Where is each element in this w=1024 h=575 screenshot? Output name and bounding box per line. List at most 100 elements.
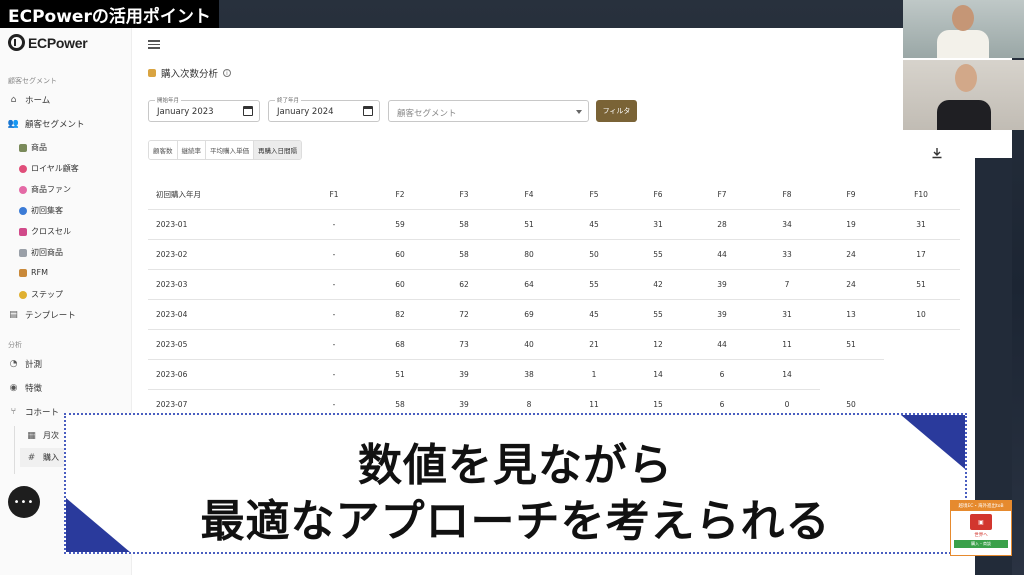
table-row[interactable]: 2023-05 - 68 73 40 21 12 44 11 51: [148, 330, 884, 360]
table-cell: 55: [653, 310, 663, 319]
table-row[interactable]: 2023-06 - 51 39 38 1 14 6 14: [148, 360, 820, 390]
table-row[interactable]: 2023-04 - 82 72 69 45 55 39 31 13 10: [148, 300, 960, 330]
table-cell: 2023-03: [156, 280, 188, 289]
sidebar-subitem-step[interactable]: ステップ: [19, 289, 63, 300]
table-header-cell: 初回購入年月: [156, 190, 201, 199]
badge-header: 越境EC・海外進出toB: [951, 501, 1011, 511]
globe-icon: [19, 206, 27, 215]
table-cell: 59: [395, 220, 405, 229]
tab-retention[interactable]: 継続率: [177, 141, 206, 159]
table-cell: 58: [395, 400, 405, 409]
sidebar-subitem-label: RFM: [31, 268, 49, 277]
sidebar-subitem-crosssell[interactable]: クロスセル: [19, 226, 71, 237]
table-cell: 72: [459, 310, 469, 319]
table-header-cell: F9: [846, 190, 856, 199]
caption-box: 数値を見ながら 最適なアプローチを考えられる: [64, 413, 967, 554]
table-cell: -: [332, 370, 336, 379]
sidebar-child-label: 月次: [43, 431, 59, 440]
product-icon: [19, 143, 27, 152]
table-cell: 45: [589, 310, 599, 319]
chart-icon: [148, 69, 156, 77]
end-month-field[interactable]: 終了年月 January 2024: [268, 96, 380, 122]
sidebar-subitem-rfm[interactable]: RFM: [19, 268, 48, 277]
gauge-icon: ◔: [9, 359, 18, 369]
logo-icon: [8, 34, 25, 51]
chat-icon[interactable]: •••: [8, 486, 40, 518]
table-cell: 31: [653, 220, 663, 229]
sidebar-item-label: コホート: [25, 408, 60, 418]
webcam-panel-1: [903, 0, 1024, 58]
table-cell: 51: [916, 280, 926, 289]
sidebar-item-segment[interactable]: 👥 顧客セグメント: [8, 118, 85, 130]
table-cell: 69: [524, 310, 534, 319]
sidebar-subitem-acquisition[interactable]: 初回集客: [19, 205, 63, 216]
table-cell: 38: [524, 370, 534, 379]
sidebar-item-measure[interactable]: ◔ 計測: [8, 358, 42, 370]
table-cell: 60: [395, 250, 405, 259]
table-cell: 11: [589, 400, 599, 409]
sidebar-item-home[interactable]: ⌂ ホーム: [8, 94, 51, 106]
sidebar-subitem-product[interactable]: 商品: [19, 142, 47, 153]
table-cell: 14: [782, 370, 792, 379]
tab-customers[interactable]: 顧客数: [149, 141, 178, 159]
start-month-field[interactable]: 開始年月 January 2023: [148, 96, 260, 122]
table-cell: 51: [524, 220, 534, 229]
sidebar-child-label: 購入: [43, 453, 59, 462]
table-row[interactable]: 2023-02 - 60 58 80 50 55 44 33 24 17: [148, 240, 960, 270]
table-cell: 58: [459, 250, 469, 259]
tab-repurchase-interval[interactable]: 再購入日間隔: [254, 141, 301, 159]
table-cell: 24: [846, 280, 856, 289]
table-row[interactable]: 2023-03 - 60 62 64 55 42 39 7 24 51: [148, 270, 960, 300]
calendar-icon[interactable]: [363, 106, 373, 116]
sidebar-subitem-first-product[interactable]: 初回商品: [19, 247, 63, 258]
start-month-label: 開始年月: [155, 96, 182, 104]
table-cell: -: [332, 340, 336, 349]
sidebar-item-template[interactable]: ▤ テンプレート: [8, 309, 76, 321]
table-cell: 39: [717, 280, 727, 289]
download-icon[interactable]: [931, 147, 943, 159]
table-cell: 42: [653, 280, 663, 289]
sidebar-section-analysis: 分析: [8, 341, 22, 349]
segment-select[interactable]: 顧客セグメント: [388, 100, 589, 122]
table-cell: 60: [395, 280, 405, 289]
metric-tabs: 顧客数 継続率 平均購入単価 再購入日間隔: [148, 140, 302, 160]
sidebar-item-feature[interactable]: ◉ 特徴: [8, 382, 42, 394]
person-body: [937, 30, 989, 58]
table-header-cell: F5: [589, 190, 599, 199]
caption-line-2: 最適なアプローチを考えられる: [200, 496, 831, 547]
channel-badge: 越境EC・海外進出toB ▣ 世界へ 購入・商談: [950, 500, 1012, 556]
menu-icon[interactable]: [148, 38, 160, 51]
table-cell: 21: [589, 340, 599, 349]
sidebar-item-cohort[interactable]: ⑂ コホート: [8, 406, 59, 418]
table-header-cell: F2: [395, 190, 405, 199]
table-header-row: 初回購入年月 F1 F2 F3 F4 F5 F6 F7 F8 F9 F10: [148, 180, 960, 210]
table-row[interactable]: 2023-01 - 59 58 51 45 31 28 34 19 31: [148, 210, 960, 240]
sidebar-subitem-fan[interactable]: 商品ファン: [19, 184, 71, 195]
page-title: 購入次数分析 i: [148, 66, 232, 80]
person-body: [937, 100, 991, 130]
table-header-cell: F10: [914, 190, 928, 199]
sidebar-subitem-loyal[interactable]: ロイヤル顧客: [19, 163, 79, 174]
table-header-cell: F3: [459, 190, 469, 199]
calendar-icon[interactable]: [243, 106, 253, 116]
heart-icon: [19, 164, 27, 173]
home-icon: ⌂: [10, 95, 17, 105]
end-month-value: January 2024: [277, 107, 334, 117]
table-cell: 0: [784, 400, 790, 409]
table-cell: -: [332, 400, 336, 409]
info-icon[interactable]: i: [223, 69, 232, 77]
medal-icon: [19, 290, 27, 299]
table-cell: 44: [717, 250, 727, 259]
table-cell: 55: [653, 250, 663, 259]
table-cell: -: [332, 250, 336, 259]
end-month-label: 終了年月: [275, 96, 302, 104]
logo[interactable]: ECPower: [8, 34, 88, 51]
segment-placeholder: 顧客セグメント: [397, 109, 457, 119]
table-cell: 2023-02: [156, 250, 188, 259]
filter-button[interactable]: フィルタ: [596, 100, 637, 122]
sidebar-item-label: テンプレート: [25, 311, 76, 321]
table-cell: 82: [395, 310, 405, 319]
table-header-cell: F6: [653, 190, 663, 199]
tab-avg-price[interactable]: 平均購入単価: [206, 141, 254, 159]
page-title-text: 購入次数分析: [161, 69, 219, 80]
